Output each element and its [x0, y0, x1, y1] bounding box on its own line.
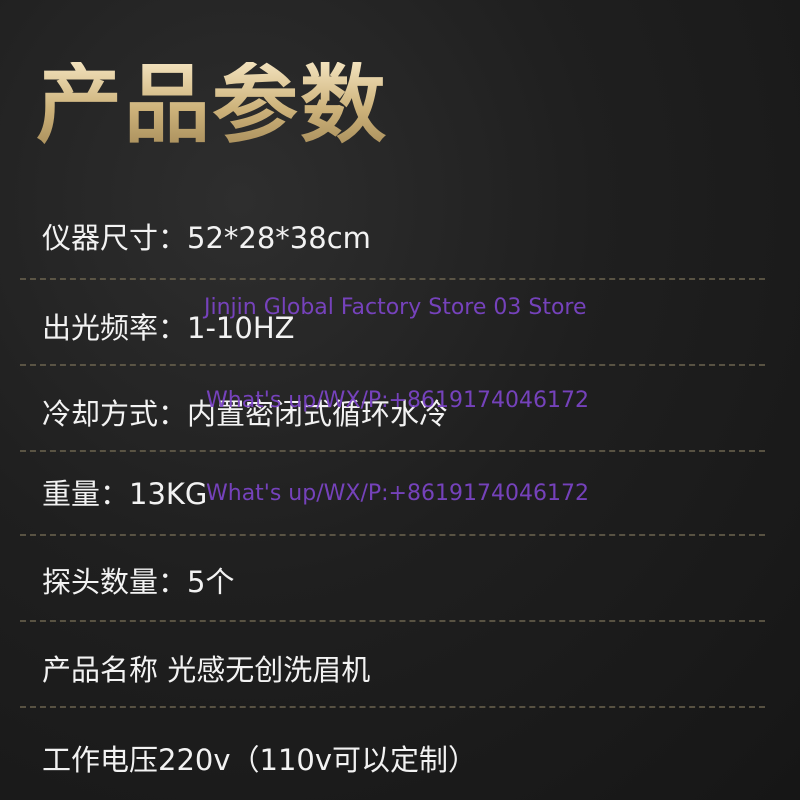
watermark-store: Jinjin Global Factory Store 03 Store: [204, 295, 587, 320]
watermark-contact: What's up/WX/P:+8619174046172: [206, 481, 589, 506]
divider: [20, 706, 765, 708]
watermark-contact: What's up/WX/P:+8619174046172: [206, 388, 589, 413]
spec-probe-count: 探头数量：5个: [42, 565, 235, 599]
spec-instrument-size: 仪器尺寸：52*28*38cm: [42, 221, 371, 255]
divider: [20, 534, 765, 536]
spec-weight: 重量：13KG: [42, 477, 208, 511]
divider: [20, 278, 765, 280]
divider: [20, 620, 765, 622]
divider: [20, 364, 765, 366]
spec-working-voltage: 工作电压220v（110v可以定制）: [42, 743, 478, 777]
spec-product-name: 产品名称 光感无创洗眉机: [42, 653, 371, 687]
divider: [20, 450, 765, 452]
